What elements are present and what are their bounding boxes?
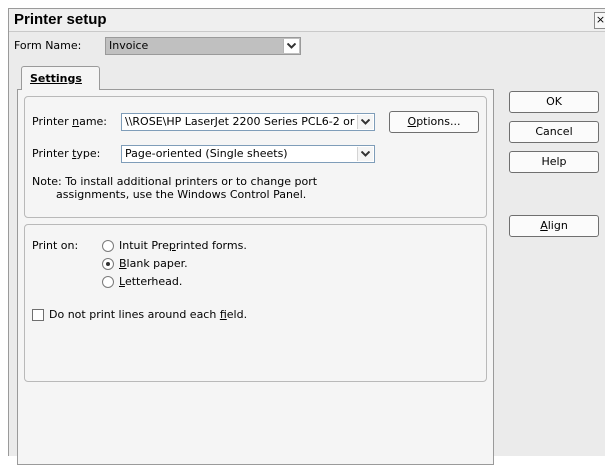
window-title: Printer setup [14, 11, 107, 28]
form-name-label: Form Name: [14, 39, 82, 52]
settings-tab-panel: Printer name: \\ROSE\HP LaserJet 2200 Se… [17, 89, 494, 465]
no-lines-checkbox-label[interactable]: Do not print lines around each field. [49, 308, 247, 321]
printer-type-label: Printer type: [32, 147, 101, 160]
note-line-1: Note: To install additional printers or … [32, 175, 318, 188]
form-name-value: Invoice [109, 39, 149, 52]
print-on-label: Print on: [32, 239, 79, 252]
cancel-button[interactable]: Cancel [509, 121, 599, 143]
title-bar: Printer setup × [9, 9, 605, 32]
chevron-down-icon[interactable] [357, 147, 373, 161]
note-line-2: assignments, use the Windows Control Pan… [56, 188, 307, 201]
radio-preprinted-label[interactable]: Intuit Preprinted forms. [119, 239, 247, 252]
ok-button[interactable]: OK [509, 91, 599, 113]
help-button[interactable]: Help [509, 151, 599, 173]
form-name-dropdown[interactable]: Invoice [105, 37, 301, 55]
radio-blank-paper-label[interactable]: Blank paper. [119, 257, 188, 270]
printer-group: Printer name: \\ROSE\HP LaserJet 2200 Se… [24, 96, 487, 218]
chevron-down-icon[interactable] [283, 39, 299, 53]
no-lines-checkbox[interactable] [32, 309, 44, 321]
printer-setup-dialog: Printer setup × Form Name: Invoice Setti… [8, 8, 605, 465]
tab-settings[interactable]: Settings [21, 66, 100, 90]
align-button[interactable]: Align [509, 215, 599, 237]
printer-name-dropdown[interactable]: \\ROSE\HP LaserJet 2200 Series PCL6-2 or [121, 113, 375, 131]
chevron-down-icon[interactable] [357, 115, 373, 129]
printer-name-value: \\ROSE\HP LaserJet 2200 Series PCL6-2 or [125, 115, 355, 128]
close-icon[interactable]: × [594, 12, 605, 29]
print-on-group: Print on: Intuit Preprinted forms. Blank… [24, 224, 487, 382]
options-button[interactable]: Options... [389, 111, 479, 133]
printer-type-value: Page-oriented (Single sheets) [125, 147, 288, 160]
radio-letterhead[interactable] [102, 276, 114, 288]
radio-preprinted[interactable] [102, 240, 114, 252]
printer-type-dropdown[interactable]: Page-oriented (Single sheets) [121, 145, 375, 163]
tab-settings-label: Settings [30, 72, 82, 85]
radio-letterhead-label[interactable]: Letterhead. [119, 275, 182, 288]
radio-blank-paper[interactable] [102, 258, 114, 270]
printer-name-label: Printer name: [32, 115, 108, 128]
